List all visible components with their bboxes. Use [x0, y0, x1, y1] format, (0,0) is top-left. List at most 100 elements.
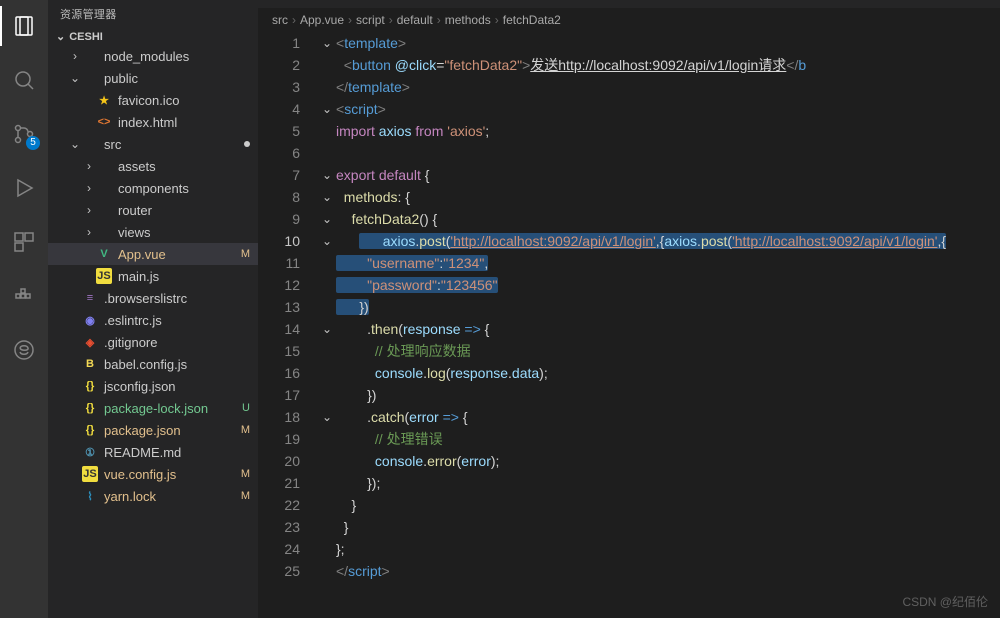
yarn-icon: ⌇ — [82, 488, 98, 504]
code-line[interactable]: </script> — [336, 560, 1000, 582]
lightbulb-icon[interactable]: 💡 — [258, 230, 261, 252]
run-debug-icon[interactable] — [0, 168, 48, 208]
docker-icon[interactable] — [0, 276, 48, 316]
js-icon: JS — [82, 466, 98, 482]
sidebar-title: 资源管理器 — [48, 0, 258, 28]
code-lines[interactable]: <template> <button @click="fetchData2">发… — [336, 32, 1000, 618]
activity-bar: 5 — [0, 0, 48, 618]
git-status: M — [235, 490, 250, 502]
folder-icon — [82, 136, 98, 152]
item-label: index.html — [118, 115, 250, 130]
chevron-down-icon: ⌄ — [68, 71, 82, 85]
code-line[interactable]: <template> — [336, 32, 1000, 54]
code-line[interactable]: </template> — [336, 76, 1000, 98]
search-icon[interactable] — [0, 60, 48, 100]
code-line[interactable]: // 处理响应数据 — [336, 340, 1000, 362]
code-line[interactable]: }); — [336, 472, 1000, 494]
folder-icon — [96, 202, 112, 218]
breadcrumb-item[interactable]: App.vue — [300, 13, 344, 27]
file-item[interactable]: {}package.jsonM — [48, 419, 258, 441]
md-icon: ① — [82, 444, 98, 460]
explorer-sidebar: 资源管理器 ⌄CESHI ›node_modules ⌄ public ★favico… — [48, 0, 258, 618]
file-item[interactable]: ★favicon.ico — [48, 89, 258, 111]
file-item[interactable]: ◈.gitignore — [48, 331, 258, 353]
folder-item[interactable]: ⌄ public — [48, 67, 258, 89]
code-line[interactable]: }) — [336, 296, 1000, 318]
file-item[interactable]: {} package-lock.jsonU — [48, 397, 258, 419]
item-label: node_modules — [104, 49, 250, 64]
js-icon: JS — [96, 268, 112, 284]
file-item[interactable]: Bbabel.config.js — [48, 353, 258, 375]
json-icon: {} — [82, 400, 98, 416]
editor-tabs[interactable] — [258, 0, 1000, 8]
code-line[interactable]: .then(response => { — [336, 318, 1000, 340]
file-item[interactable]: {}jsconfig.json — [48, 375, 258, 397]
file-item[interactable]: <>index.html — [48, 111, 258, 133]
file-item[interactable]: JSvue.config.jsM — [48, 463, 258, 485]
code-line[interactable]: fetchData2() { — [336, 208, 1000, 230]
folder-item[interactable]: ›components — [48, 177, 258, 199]
code-line[interactable]: "password":"123456" — [336, 274, 1000, 296]
code-line[interactable]: <script> — [336, 98, 1000, 120]
breadcrumb[interactable]: src›App.vue›script›default›methods›fetch… — [258, 8, 1000, 32]
folder-icon — [82, 48, 98, 64]
code-line[interactable]: import axios from 'axios'; — [336, 120, 1000, 142]
code-line[interactable]: } — [336, 516, 1000, 538]
vue-icon: V — [96, 246, 112, 262]
code-line[interactable]: export default { — [336, 164, 1000, 186]
folder-item[interactable]: ›views — [48, 221, 258, 243]
eslint-icon: ◉ — [82, 312, 98, 328]
item-label: App.vue — [118, 247, 235, 262]
breadcrumb-item[interactable]: src — [272, 13, 288, 27]
project-root[interactable]: ⌄CESHI — [48, 28, 258, 45]
item-label: public — [104, 71, 250, 86]
file-item[interactable]: ≡.browserslistrc — [48, 287, 258, 309]
code-line[interactable]: } — [336, 494, 1000, 516]
file-tree: ›node_modules ⌄ public ★favicon.ico<>index.… — [48, 45, 258, 618]
file-item[interactable]: JSmain.js — [48, 265, 258, 287]
breadcrumb-item[interactable]: fetchData2 — [503, 13, 561, 27]
breadcrumb-item[interactable]: script — [356, 13, 385, 27]
code-line[interactable]: console.error(error); — [336, 450, 1000, 472]
code-line[interactable]: axios.post('http://localhost:9092/api/v1… — [336, 230, 1000, 252]
code-line[interactable]: }) — [336, 384, 1000, 406]
item-label: README.md — [104, 445, 250, 460]
dirty-indicator — [244, 141, 250, 147]
ai-icon[interactable] — [0, 330, 48, 370]
source-control-icon[interactable]: 5 — [0, 114, 48, 154]
folder-icon — [96, 180, 112, 196]
breadcrumb-item[interactable]: methods — [445, 13, 491, 27]
code-line[interactable]: // 处理错误 — [336, 428, 1000, 450]
folder-item[interactable]: ›node_modules — [48, 45, 258, 67]
folder-item[interactable]: ⌄ src — [48, 133, 258, 155]
git-status: U — [236, 402, 250, 414]
item-label: package-lock.json — [104, 401, 236, 416]
folder-item[interactable]: ›router — [48, 199, 258, 221]
folder-item[interactable]: ›assets — [48, 155, 258, 177]
explorer-icon[interactable] — [0, 6, 48, 46]
item-label: src — [104, 137, 250, 152]
code-line[interactable]: .catch(error => { — [336, 406, 1000, 428]
json-icon: {} — [82, 422, 98, 438]
file-item[interactable]: VApp.vueM — [48, 243, 258, 265]
code-line[interactable]: }; — [336, 538, 1000, 560]
breadcrumb-item[interactable]: default — [397, 13, 433, 27]
editor-group: src›App.vue›script›default›methods›fetch… — [258, 0, 1000, 618]
item-label: package.json — [104, 423, 235, 438]
code-line[interactable] — [336, 142, 1000, 164]
git-icon: ◈ — [82, 334, 98, 350]
chevron-down-icon: ⌄ — [68, 137, 82, 151]
item-label: .browserslistrc — [104, 291, 250, 306]
code-line[interactable]: "username":"1234", — [336, 252, 1000, 274]
code-line[interactable]: console.log(response.data); — [336, 362, 1000, 384]
code-line[interactable]: methods: { — [336, 186, 1000, 208]
extensions-icon[interactable] — [0, 222, 48, 262]
code-editor[interactable]: 12345678910💡1112131415161718192021222324… — [258, 32, 1000, 618]
file-item[interactable]: ◉.eslintrc.js — [48, 309, 258, 331]
fold-column[interactable]: ⌄⌄⌄⌄⌄⌄⌄⌄ — [318, 32, 336, 618]
item-label: yarn.lock — [104, 489, 235, 504]
code-line[interactable]: <button @click="fetchData2">发送http://loc… — [336, 54, 1000, 76]
file-item[interactable]: ① README.md — [48, 441, 258, 463]
file-item[interactable]: ⌇ yarn.lockM — [48, 485, 258, 507]
item-label: components — [118, 181, 250, 196]
